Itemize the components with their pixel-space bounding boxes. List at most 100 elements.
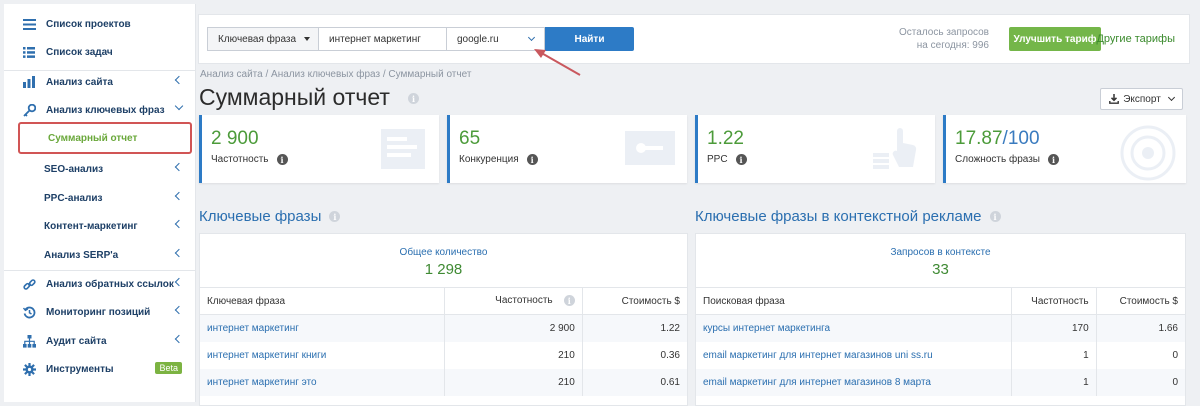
metric-label: PPC — [707, 154, 728, 165]
table-row: курсы интернет маркетинга 170 1.66 — [696, 314, 1185, 342]
column-header[interactable]: Частотность i — [444, 287, 583, 315]
metric-caption: Частотность i — [211, 154, 288, 165]
frequency-cell: 170 — [1010, 314, 1097, 342]
metric-number: 1.22 — [707, 128, 744, 149]
upgrade-plan-button[interactable]: Улучшить тариф — [1009, 27, 1101, 51]
metric-card-ppc: 1.22 PPC i — [695, 115, 935, 183]
metric-value: 65 — [459, 128, 480, 150]
info-icon[interactable]: i — [989, 211, 1001, 222]
chevron-left-icon — [174, 305, 184, 315]
sidebar-item-tasks[interactable]: Список задач — [4, 38, 196, 66]
annotation-arrow-icon — [534, 49, 581, 76]
metric-value: 17.87/100 — [955, 128, 1040, 150]
sidebar-item-projects[interactable]: Список проектов — [4, 10, 196, 38]
section-title-text: Ключевые фразы в контекстной рекламе — [695, 208, 982, 225]
cost-cell: 0.36 — [581, 341, 687, 369]
breadcrumb: Анализ сайта / Анализ ключевых фраз / Су… — [200, 69, 472, 80]
sidebar-item-summary-report[interactable]: Суммарный отчет — [18, 122, 192, 154]
sitemap-icon — [22, 334, 36, 348]
phrase-link[interactable]: email маркетинг для интернет магазинов u… — [696, 342, 1011, 369]
metric-label: Сложность фразы — [955, 154, 1040, 165]
keyword-link[interactable]: интернет маркетинг книги — [200, 342, 445, 369]
info-icon[interactable]: i — [329, 211, 341, 222]
metric-card-competition: 65 Конкуренция i — [447, 115, 687, 183]
sidebar-item-tools[interactable]: Инструменты Beta — [4, 355, 196, 383]
sidebar-item-label: Суммарный отчет — [48, 133, 138, 144]
sidebar-item-site-audit[interactable]: Аудит сайта — [4, 327, 196, 355]
history-icon — [22, 305, 36, 319]
key-icon — [22, 103, 36, 117]
tasks-icon — [22, 45, 36, 59]
search-bar: Ключевая фраза интернет маркетинг google… — [198, 14, 1190, 64]
ads-panel: Запросов в контексте 33 Поисковая фраза … — [695, 233, 1186, 406]
sidebar-item-serp-analysis[interactable]: Анализ SERP'a — [4, 241, 196, 269]
chevron-left-icon — [174, 219, 184, 229]
search-input[interactable]: интернет маркетинг — [318, 27, 447, 51]
info-icon[interactable]: i — [408, 93, 419, 104]
table-row: интернет маркетинг книги 210 0.36 — [200, 341, 687, 369]
search-type-value: Ключевая фраза — [218, 33, 297, 45]
metric-label: Конкуренция — [459, 154, 519, 165]
keyword-link[interactable]: интернет маркетинг — [200, 314, 445, 342]
sidebar-item-site-analysis[interactable]: Анализ сайта — [4, 68, 196, 96]
total-value: 33 — [932, 261, 949, 278]
chevron-down-icon — [527, 33, 536, 42]
remaining-requests: Осталось запросов на сегодня: 996 — [899, 26, 989, 52]
chart-icon — [22, 75, 36, 89]
sidebar-item-label: Список проектов — [46, 18, 131, 30]
frequency-cell: 1 — [1010, 368, 1097, 396]
search-type-select[interactable]: Ключевая фраза — [207, 27, 319, 51]
metric-caption: Конкуренция i — [459, 154, 538, 165]
sidebar-item-seo-analysis[interactable]: SEO-анализ — [4, 155, 196, 183]
metric-value: 1.22 — [707, 128, 744, 150]
caret-down-icon — [304, 37, 310, 41]
chevron-left-icon — [174, 248, 184, 258]
sidebar-item-keyword-analysis[interactable]: Анализ ключевых фраз — [4, 96, 196, 124]
phrase-link[interactable]: email маркетинг для интернет магазинов 8… — [696, 368, 1012, 396]
cost-cell: 0.61 — [581, 368, 687, 396]
link-icon — [22, 277, 36, 291]
table-header: Поисковая фраза Частотность Стоимость $ — [696, 287, 1185, 315]
ads-section-title: Ключевые фразы в контекстной рекламе i — [695, 208, 1001, 225]
metric-number: 65 — [459, 128, 481, 149]
page-title: Суммарный отчет — [199, 84, 390, 110]
frequency-cell: 2 900 — [444, 314, 583, 342]
info-icon[interactable]: i — [735, 154, 747, 165]
sidebar-item-content-marketing[interactable]: Контент-маркетинг — [4, 212, 196, 240]
metric-number: 2 900 — [211, 128, 259, 149]
sidebar-item-label: Анализ сайта — [46, 76, 113, 88]
beta-badge: Beta — [155, 362, 182, 374]
gear-icon — [22, 362, 36, 376]
export-label: Экспорт — [1123, 93, 1161, 105]
column-header[interactable]: Частотность — [1010, 287, 1097, 315]
ppc-click-illustration-icon — [873, 128, 917, 169]
info-icon[interactable]: i — [276, 154, 288, 165]
search-engine-value: google.ru — [457, 33, 499, 45]
info-icon[interactable]: i — [563, 295, 575, 307]
info-icon[interactable]: i — [1047, 154, 1059, 165]
column-header[interactable]: Ключевая фраза — [200, 287, 445, 315]
sidebar-item-label: Анализ обратных ссылок — [46, 278, 174, 290]
cost-cell: 0 — [1095, 341, 1185, 369]
frequency-illustration-icon — [381, 129, 425, 169]
chevron-left-icon — [174, 162, 184, 172]
other-tariffs-link[interactable]: Другие тарифы — [1096, 33, 1175, 45]
column-header[interactable]: Стоимость $ — [581, 287, 687, 315]
sidebar-item-position-monitoring[interactable]: Мониторинг позиций — [4, 298, 196, 326]
sidebar-item-backlinks[interactable]: Анализ обратных ссылок — [4, 270, 196, 298]
export-button[interactable]: Экспорт — [1100, 88, 1183, 110]
ads-table: Поисковая фраза Частотность Стоимость $ … — [696, 287, 1185, 396]
column-header[interactable]: Поисковая фраза — [696, 287, 1012, 315]
column-header-label: Частотность — [495, 295, 553, 307]
frequency-cell: 210 — [444, 368, 583, 396]
info-icon[interactable]: i — [526, 154, 538, 165]
sidebar-item-label: Список задач — [46, 46, 113, 58]
sidebar-item-label: Контент-маркетинг — [44, 220, 138, 232]
remaining-line-1: Осталось запросов — [899, 27, 989, 38]
sidebar-item-ppc-analysis[interactable]: PPC-анализ — [4, 184, 196, 212]
total-label: Общее количество — [399, 247, 488, 258]
remaining-line-2: на сегодня: 996 — [916, 40, 989, 51]
column-header[interactable]: Стоимость $ — [1095, 287, 1185, 315]
phrase-link[interactable]: курсы интернет маркетинга — [696, 314, 1012, 342]
keyword-link[interactable]: интернет маркетинг это — [200, 368, 445, 396]
